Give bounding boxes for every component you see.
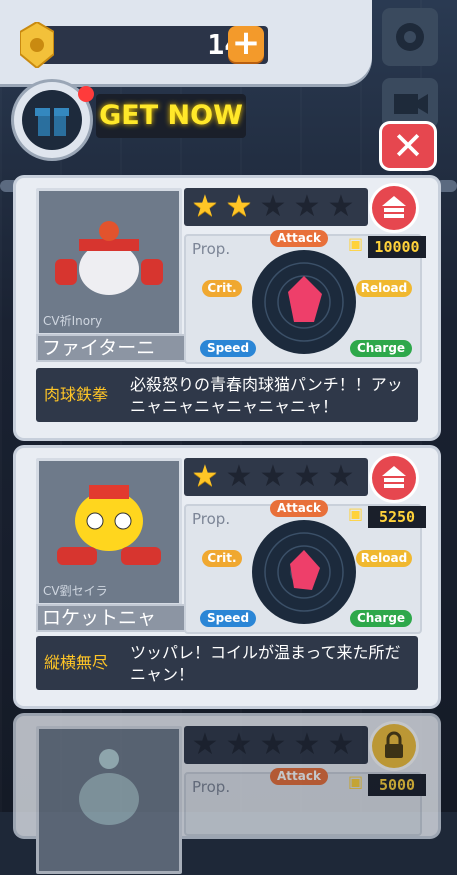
equip-icon: [382, 466, 406, 488]
upgrade-cost: 5000: [368, 774, 426, 796]
select-character-button[interactable]: [372, 456, 416, 500]
properties-panel: Prop. ▣ 5250 Attack Crit. Reload Speed C…: [184, 500, 426, 634]
star-empty-icon: ★: [293, 189, 321, 224]
star-empty-icon: ★: [259, 459, 287, 494]
gift-icon: [35, 108, 69, 136]
radar-chart: [252, 520, 356, 624]
attack-stat: Attack: [270, 768, 328, 785]
character-portrait: CV祈Inory: [36, 188, 182, 336]
skill-name: 縦横無尽: [44, 653, 109, 672]
get-now-button[interactable]: GET NOW: [96, 94, 246, 138]
skill-name: 肉球鉄拳: [44, 385, 109, 404]
star-empty-icon: ★: [225, 459, 253, 494]
close-button[interactable]: ✕: [382, 124, 434, 168]
character-card-locked: ★ ★ ★ ★ ★ Prop. ▣ 5000 Attack: [16, 716, 438, 874]
skill-description: 必殺怒りの青春肉球猫パンチ！！アッニャニャニャニャニャニャ！: [130, 375, 403, 416]
settings-button[interactable]: [382, 8, 438, 66]
gear-icon: [396, 23, 424, 51]
star-filled-icon: ★: [191, 459, 219, 494]
lock-icon: [385, 731, 403, 758]
character-card: CV祈Inory ファイターニ ★ ★ ★ ★ ★ Prop. ▣ 10000 …: [16, 178, 438, 438]
equip-icon: [382, 196, 406, 218]
video-button[interactable]: [382, 78, 438, 128]
star-empty-icon: ★: [327, 189, 355, 224]
speed-stat: Speed: [200, 610, 256, 627]
reload-stat: Reload: [356, 550, 412, 567]
star-empty-icon: ★: [293, 727, 321, 762]
star-empty-icon: ★: [259, 727, 287, 762]
voice-actor-label: CV祈Inory: [43, 314, 103, 328]
character-name: ロケットニャ: [36, 604, 188, 632]
properties-label: Prop.: [192, 778, 231, 796]
star-empty-icon: ★: [225, 727, 253, 762]
character-portrait: CV劉セイラ: [36, 458, 182, 606]
skill-panel: 肉球鉄拳 必殺怒りの青春肉球猫パンチ！！アッニャニャニャニャニャニャ！: [36, 368, 418, 422]
star-rating: ★ ★ ★ ★ ★: [184, 726, 368, 764]
voice-actor-label: CV劉セイラ: [43, 584, 108, 598]
upgrade-cost: 5250: [368, 506, 426, 528]
locked-cat-image: [79, 749, 139, 825]
star-filled-icon: ★: [191, 189, 219, 224]
crit-stat: Crit.: [202, 280, 242, 297]
properties-label: Prop.: [192, 240, 231, 258]
star-filled-icon: ★: [225, 189, 253, 224]
add-coins-button[interactable]: +: [228, 26, 264, 62]
charge-stat: Charge: [350, 610, 412, 627]
skill-description: ツッパレ！コイルが温まって来た所だニャン！: [130, 643, 401, 684]
charge-stat: Charge: [350, 340, 412, 357]
star-empty-icon: ★: [327, 727, 355, 762]
unlock-button[interactable]: [372, 724, 416, 768]
speed-stat: Speed: [200, 340, 256, 357]
coin-icon: ▣: [348, 772, 364, 791]
properties-label: Prop.: [192, 510, 231, 528]
crit-stat: Crit.: [202, 550, 242, 567]
gift-button[interactable]: [14, 82, 94, 158]
rank-shield-icon: [20, 22, 54, 68]
notification-dot: [78, 86, 94, 102]
star-empty-icon: ★: [259, 189, 287, 224]
radar-chart: [252, 250, 356, 354]
reload-stat: Reload: [356, 280, 412, 297]
pipe: [436, 180, 457, 192]
skill-panel: 縦横無尽 ツッパレ！コイルが温まって来た所だニャン！: [36, 636, 418, 690]
character-card: CV劉セイラ ロケットニャ ★ ★ ★ ★ ★ Prop. ▣ 5250 Att…: [16, 448, 438, 706]
upgrade-cost: 10000: [368, 236, 426, 258]
star-empty-icon: ★: [327, 459, 355, 494]
properties-panel: Prop. ▣ 5000 Attack: [184, 768, 426, 836]
select-character-button[interactable]: [372, 186, 416, 230]
star-empty-icon: ★: [293, 459, 321, 494]
properties-panel: Prop. ▣ 10000 Attack Crit. Reload Speed …: [184, 230, 426, 364]
attack-stat: Attack: [270, 500, 328, 517]
top-bar: 140 +: [0, 0, 372, 84]
star-rating: ★ ★ ★ ★ ★: [184, 458, 368, 496]
star-rating: ★ ★ ★ ★ ★: [184, 188, 368, 226]
camera-icon: [394, 94, 428, 114]
attack-stat: Attack: [270, 230, 328, 247]
character-name: ファイターニ: [36, 334, 188, 362]
character-portrait: [36, 726, 182, 874]
star-empty-icon: ★: [191, 727, 219, 762]
